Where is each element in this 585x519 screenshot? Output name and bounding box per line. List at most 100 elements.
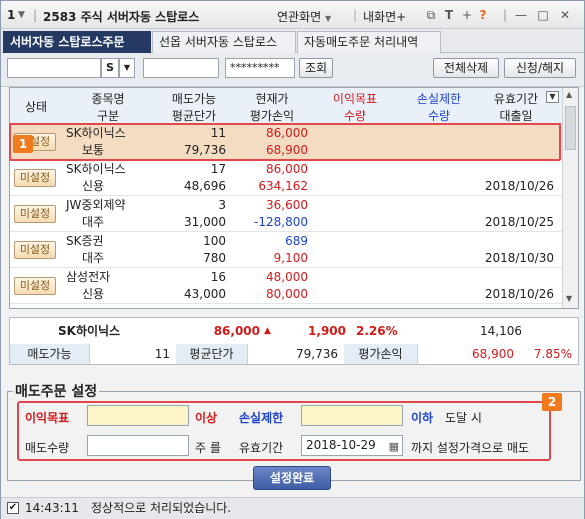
sellable-qty: 11 [210,126,226,140]
password-input[interactable]: ********* [225,58,295,78]
header-expiry: 유효기간 [493,92,539,106]
loan-date: 2018/10/26 [484,179,554,193]
text-icon[interactable]: T [441,7,457,23]
tab-futures-stoploss[interactable]: 선옵 서버자동 스탑로스 [152,31,296,53]
info-avg-value: 79,736 [296,347,338,361]
info-change: 1,900 [308,324,346,338]
info-pnl-pct: 7.85% [533,347,572,361]
tab-bar: 서버자동 스탑로스주문 선옵 서버자동 스탑로스 자동매도주문 처리내역 [1,29,584,53]
apply-cancel-button[interactable]: 신청/해지 [504,58,576,78]
info-sellable-label: 매도가능 [10,344,90,364]
scroll-thumb[interactable] [565,106,576,150]
calendar-icon[interactable]: ▦ [389,437,399,456]
callout-badge-1: 1 [13,135,33,153]
sell-qty-input[interactable] [87,435,189,456]
query-toolbar: S ▼ ********* 조회 전체삭제 신청/해지 [1,53,584,87]
profit-target-label: 이익목표 [25,411,70,425]
scroll-up-icon[interactable]: ▲ [566,90,572,99]
expiry-date-input[interactable]: 2018-10-29 ▦ [301,435,403,456]
current-price: 86,000 [266,126,308,140]
plus-icon[interactable]: + [459,7,475,23]
related-screen-link[interactable]: 연관화면 ▼ [277,8,331,25]
chevron-down-icon[interactable]: ▼ [18,10,25,20]
stock-name: SK하이닉스 [66,162,126,176]
order-settings-title: 매도주문 설정 [13,381,100,401]
account-dropdown-icon[interactable]: ▼ [119,58,135,78]
info-volume: 14,106 [480,324,522,338]
minimize-icon[interactable]: — [513,7,529,23]
sellable-qty: 3 [218,198,226,212]
expiry-label: 유효기간 [239,441,284,455]
info-avg-label: 평균단가 [176,344,248,364]
reach-label: 도달 시 [445,411,482,425]
grid-header: 상태 종목명 매도가능 현재가 이익목표 손실제한 유효기간 ▼ 구분 평균단가… [10,88,562,124]
account-type: 신용 [82,179,105,193]
account-type: 보통 [82,143,105,157]
sub-account-input[interactable] [143,58,219,78]
unset-button[interactable]: 미설정 [14,205,56,223]
eval-pnl: -128,800 [254,215,308,229]
qty-unit-label: 주 를 [195,441,221,455]
grid-scrollbar[interactable]: ▲ ▼ [562,88,578,308]
avg-price: 79,736 [184,143,226,157]
account-type: 대주 [82,251,105,265]
complete-settings-button[interactable]: 설정완료 [253,466,331,490]
stock-name: JW중외제약 [66,198,126,212]
header-profit-target: 이익목표 [332,92,378,106]
account-type-box[interactable]: S [101,58,119,78]
title-separator: | [33,8,38,22]
tab-auto-sell-history[interactable]: 자동매도주문 처리내역 [297,31,441,53]
current-price: 36,600 [266,198,308,212]
header-name: 종목명 [91,92,125,106]
tab-server-stoploss[interactable]: 서버자동 스탑로스주문 [3,31,151,53]
scroll-down-icon[interactable]: ▼ [566,294,572,303]
window-number[interactable]: 1 [7,8,15,22]
sellable-qty: 17 [210,162,226,176]
current-price: 689 [285,234,308,248]
table-row[interactable]: 미설정 삼성전자 16 48,000 신용 43,000 80,000 2018… [10,268,562,304]
loan-date: 2018/10/25 [484,215,554,229]
maximize-icon[interactable]: □ [535,7,551,23]
header-loan-date: 대출일 [499,109,533,123]
help-icon[interactable]: ? [475,7,491,23]
loan-date [480,142,554,159]
eval-pnl: 80,000 [266,287,308,301]
stock-info-panel: SK하이닉스 86,000 ▲ 1,900 2.26% 14,106 매도가능 … [9,317,579,365]
close-icon[interactable]: ✕ [557,7,573,23]
current-price: 48,000 [266,270,308,284]
related-screen-label: 연관화면 [277,10,322,24]
header-type: 구분 [96,109,120,123]
eval-pnl: 634,162 [258,179,308,193]
loan-date: 2018/10/30 [484,251,554,265]
column-options-icon[interactable]: ▼ [546,91,559,103]
loss-limit-label: 손실제한 [239,411,284,425]
table-row[interactable]: 미설정 SK하이닉스 17 86,000 신용 48,696 634,162 2… [10,160,562,196]
query-button[interactable]: 조회 [299,58,333,78]
window-link-icon[interactable]: ⧉ [423,7,439,23]
profit-target-input[interactable] [87,405,189,426]
unset-button[interactable]: 미설정 [14,277,56,295]
account-type: 신용 [82,287,105,301]
table-row[interactable]: 미설정 SK하이닉스 11 86,000 보통 79,736 68,900 [10,124,562,160]
eval-pnl: 68,900 [266,143,308,157]
table-row[interactable]: 미설정 JW중외제약 3 36,600 대주 31,000 -128,800 2… [10,196,562,232]
account-input[interactable] [7,58,101,78]
stock-name: SK하이닉스 [66,126,126,140]
info-price: 86,000 [213,324,260,338]
unset-button[interactable]: 미설정 [14,241,56,259]
status-bar: ✔ 14:43:11 정상적으로 처리되었습니다. [1,497,584,519]
table-row[interactable]: 미설정 SK증권 100 689 대주 780 9,100 2018/10/30 [10,232,562,268]
unset-button[interactable]: 미설정 [14,169,56,187]
checkbox-icon[interactable]: ✔ [7,502,19,514]
info-stock-name: SK하이닉스 [58,324,121,338]
title-bar: 1 ▼ | 2583 주식 서버자동 스탑로스 연관화면 ▼ | 내화면+ ⧉ … [1,1,584,29]
delete-all-button[interactable]: 전체삭제 [433,58,499,78]
header-loss-limit: 손실제한 [416,92,462,106]
loss-limit-input[interactable] [301,405,403,426]
callout-badge-2: 2 [542,393,562,411]
status-time: 14:43:11 [25,501,79,515]
header-sellable: 매도가능 [171,92,217,106]
stock-grid: 상태 종목명 매도가능 현재가 이익목표 손실제한 유효기간 ▼ 구분 평균단가… [9,87,579,309]
my-screen-link[interactable]: 내화면+ [363,8,406,25]
stock-name: SK증권 [66,234,104,248]
